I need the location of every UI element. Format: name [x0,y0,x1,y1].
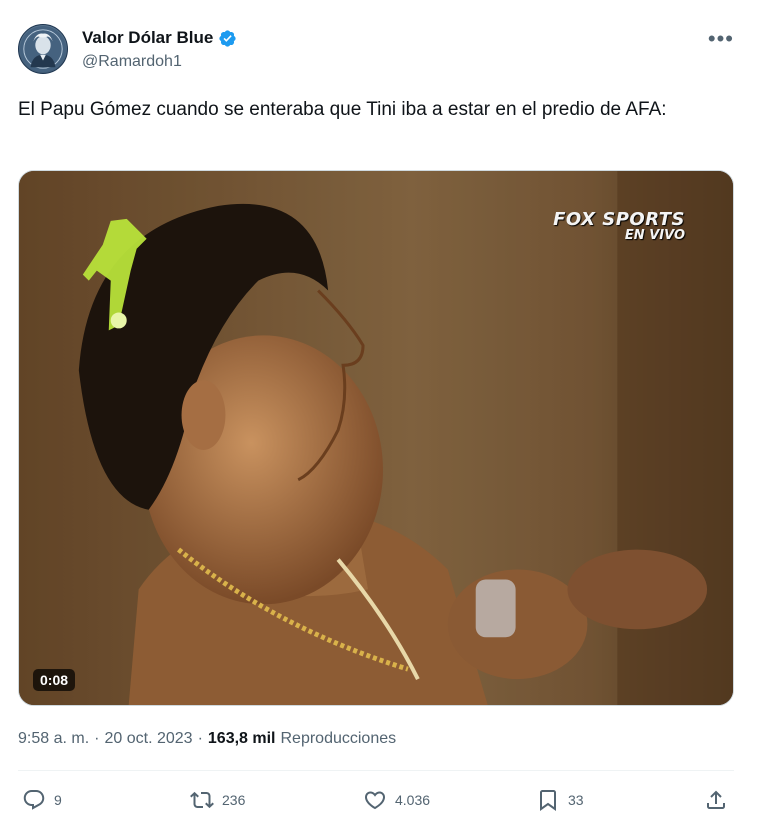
author-handle[interactable]: @Ramardoh1 [82,53,182,71]
share-icon [707,790,725,809]
heart-icon [364,791,386,810]
retweet-icon [190,791,214,809]
bookmark-button[interactable]: 33 [536,788,584,812]
retweet-count: 236 [222,792,246,808]
bookmark-count: 33 [568,792,584,808]
bookmark-icon [540,790,556,811]
meta-separator: · [94,730,100,747]
like-count: 4.036 [395,792,431,808]
video-thumbnail [19,171,733,705]
author-display-name[interactable]: Valor Dólar Blue [82,28,213,48]
tweet-meta: 9:58 a. m. · 20 oct. 2023 · 163,8 mil Re… [18,730,396,748]
action-bar: 9 236 4.036 33 [18,788,734,822]
meta-separator: · [197,730,203,747]
watermark-line2: EN VIVO [624,228,685,243]
more-horizontal-icon[interactable]: ••• [708,28,734,50]
dollar-portrait-icon [19,25,67,73]
views-count: 163,8 mil [207,730,276,747]
video-player[interactable]: FOX SPORTS EN VIVO 0:08 [18,170,734,706]
tweet-text: El Papu Gómez cuando se enteraba que Tin… [18,99,667,120]
verified-badge-icon [218,29,237,48]
tweet-time[interactable]: 9:58 a. m. [18,730,89,748]
tweet-date[interactable]: 20 oct. 2023 [104,730,192,748]
divider [18,770,734,771]
watermark-line1: FOX SPORTS [553,209,685,230]
avatar[interactable] [18,24,68,74]
reply-button[interactable]: 9 [22,788,62,812]
reply-icon [23,790,45,810]
share-button[interactable] [704,788,728,812]
name-row: Valor Dólar Blue [82,28,237,48]
tweet-header: Valor Dólar Blue @Ramardoh1 ••• [18,22,748,78]
watermark: FOX SPORTS EN VIVO [553,209,685,243]
retweet-button[interactable]: 236 [190,788,245,812]
reply-count: 9 [54,792,62,808]
views-label: Reproducciones [280,730,397,747]
like-button[interactable]: 4.036 [363,788,430,812]
video-duration-badge: 0:08 [33,669,76,691]
tweet-card: Valor Dólar Blue @Ramardoh1 ••• El Papu … [0,0,767,834]
